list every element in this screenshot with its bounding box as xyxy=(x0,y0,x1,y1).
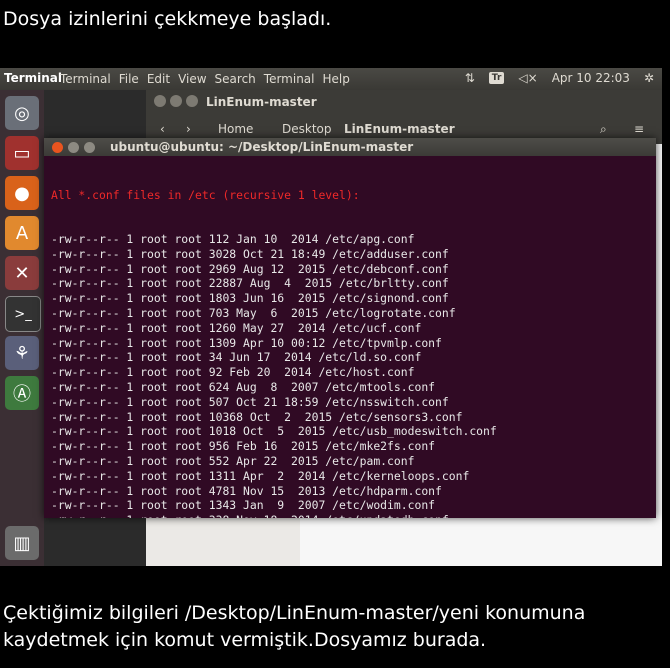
back-icon[interactable]: ‹ xyxy=(160,122,165,136)
ubuntu-dash-icon[interactable]: ◎ xyxy=(5,96,39,130)
menu-terminal-2[interactable]: Terminal xyxy=(264,72,315,86)
hacking-app-icon[interactable]: ⚘ xyxy=(5,336,39,370)
clock[interactable]: Apr 10 22:03 xyxy=(552,71,630,85)
terminal-line: -rw-r--r-- 1 root root 507 Oct 21 18:59 … xyxy=(51,394,449,409)
terminal-line: -rw-r--r-- 1 root root 338 Nov 18 2014 /… xyxy=(51,513,656,518)
menu-bar: Terminal File Edit View Search Terminal … xyxy=(60,72,350,86)
terminal-icon[interactable]: >_ xyxy=(5,296,41,332)
terminal-line: -rw-r--r-- 1 root root 22887 Aug 4 2015 … xyxy=(51,276,449,291)
software-center-icon[interactable]: A xyxy=(5,216,39,250)
terminal-line: -rw-r--r-- 1 root root 10368 Oct 2 2015 … xyxy=(51,409,463,424)
terminal-line: -rw-r--r-- 1 root root 4781 Nov 15 2013 … xyxy=(51,483,442,498)
terminal-line: -rw-r--r-- 1 root root 112 Jan 10 2014 /… xyxy=(51,231,415,246)
path-desktop[interactable]: Desktop xyxy=(282,122,332,136)
caption-bottom: Çektiğimiz bilgileri /Desktop/LinEnum-ma… xyxy=(3,602,586,651)
files-icon[interactable]: ▭ xyxy=(5,136,39,170)
volume-icon[interactable]: ◁× xyxy=(518,71,537,85)
system-tray: ⇅ Tr ◁× Apr 10 22:03 ✲ xyxy=(465,71,654,85)
firefox-icon[interactable]: ● xyxy=(5,176,39,210)
menu-search[interactable]: Search xyxy=(215,72,256,86)
menu-terminal[interactable]: Terminal xyxy=(60,72,111,86)
terminal-line: -rw-r--r-- 1 root root 34 Jun 17 2014 /e… xyxy=(51,350,422,365)
menu-edit[interactable]: Edit xyxy=(147,72,170,86)
terminal-line: -rw-r--r-- 1 root root 1803 Jun 16 2015 … xyxy=(51,291,449,306)
terminal-line: -rw-r--r-- 1 root root 1309 Apr 10 00:12… xyxy=(51,335,442,350)
path-linenum[interactable]: LinEnum-master xyxy=(344,122,455,136)
terminal-line: -rw-r--r-- 1 root root 1260 May 27 2014 … xyxy=(51,320,422,335)
list-view-icon[interactable]: ≡ xyxy=(634,122,644,136)
terminal-line: -rw-r--r-- 1 root root 92 Feb 20 2014 /e… xyxy=(51,365,415,380)
search-icon[interactable]: ⌕ xyxy=(600,122,607,137)
terminal-line: -rw-r--r-- 1 root root 1018 Oct 5 2015 /… xyxy=(51,424,497,439)
file-manager-titlebar: LinEnum-master xyxy=(146,90,662,114)
trash-icon[interactable]: ▥ xyxy=(5,526,39,560)
terminal-titlebar: ubuntu@ubuntu: ~/Desktop/LinEnum-master xyxy=(44,138,656,156)
terminal-line: -rw-r--r-- 1 root root 703 May 6 2015 /e… xyxy=(51,305,456,320)
terminal-line: -rw-r--r-- 1 root root 1343 Jan 9 2007 /… xyxy=(51,498,436,513)
active-app-name: Terminal xyxy=(4,71,63,85)
settings-icon[interactable]: ✕ xyxy=(5,256,39,290)
menu-file[interactable]: File xyxy=(119,72,139,86)
minimize-icon[interactable] xyxy=(68,142,79,153)
updater-icon[interactable]: Ⓐ xyxy=(5,376,39,410)
gear-icon[interactable]: ✲ xyxy=(644,71,654,85)
terminal-line: -rw-r--r-- 1 root root 2969 Aug 12 2015 … xyxy=(51,261,449,276)
fm-maximize-icon[interactable] xyxy=(186,95,198,107)
terminal-output[interactable]: All *.conf files in /etc (recursive 1 le… xyxy=(44,156,656,518)
terminal-line: -rw-r--r-- 1 root root 552 Apr 22 2015 /… xyxy=(51,453,415,468)
top-panel: Terminal Terminal File Edit View Search … xyxy=(0,68,662,90)
terminal-title: ubuntu@ubuntu: ~/Desktop/LinEnum-master xyxy=(110,140,414,154)
file-manager-title: LinEnum-master xyxy=(206,95,317,109)
path-home[interactable]: Home xyxy=(218,122,253,136)
menu-view[interactable]: View xyxy=(178,72,206,86)
terminal-line: -rw-r--r-- 1 root root 624 Aug 8 2007 /e… xyxy=(51,379,436,394)
ubuntu-desktop-screenshot: Terminal Terminal File Edit View Search … xyxy=(0,68,662,566)
unity-launcher: ◎ ▭ ● A ✕ >_ ⚘ Ⓐ ▥ xyxy=(0,90,44,566)
terminal-line: -rw-r--r-- 1 root root 1311 Apr 2 2014 /… xyxy=(51,468,470,483)
keyboard-layout-indicator[interactable]: Tr xyxy=(488,72,505,84)
forward-icon[interactable]: › xyxy=(186,122,191,136)
fm-close-icon[interactable] xyxy=(154,95,166,107)
terminal-header-line: All *.conf files in /etc (recursive 1 le… xyxy=(51,187,360,202)
menu-help[interactable]: Help xyxy=(323,72,350,86)
terminal-line: -rw-r--r-- 1 root root 3028 Oct 21 18:49… xyxy=(51,246,449,261)
close-icon[interactable] xyxy=(52,142,63,153)
maximize-icon[interactable] xyxy=(84,142,95,153)
network-icon[interactable]: ⇅ xyxy=(465,71,475,85)
terminal-window[interactable]: ubuntu@ubuntu: ~/Desktop/LinEnum-master … xyxy=(44,138,656,518)
terminal-line: -rw-r--r-- 1 root root 956 Feb 16 2015 /… xyxy=(51,439,436,454)
caption-top: Dosya izinlerini çekkmeye başladı. xyxy=(3,8,332,30)
fm-minimize-icon[interactable] xyxy=(170,95,182,107)
